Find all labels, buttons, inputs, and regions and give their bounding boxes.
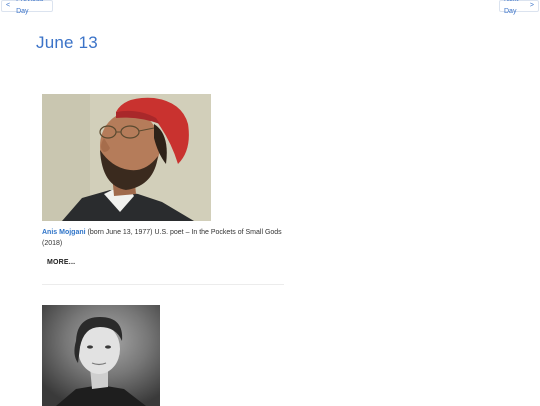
- portrait-image: [42, 94, 211, 221]
- previous-day-label: Previous Day: [16, 0, 43, 15]
- next-day-button[interactable]: Next Day >: [499, 0, 539, 15]
- next-day-label: Next Day: [504, 0, 518, 15]
- entry-card: [42, 305, 284, 406]
- entry-card: Anis Mojgani (born June 13, 1977) U.S. p…: [42, 94, 284, 269]
- entry-description: Anis Mojgani (born June 13, 1977) U.S. p…: [42, 228, 284, 249]
- divider: [42, 284, 284, 285]
- portrait-image: [42, 305, 160, 406]
- more-button[interactable]: MORE...: [47, 259, 75, 266]
- person-link[interactable]: Anis Mojgani: [42, 229, 86, 236]
- person-photo[interactable]: [42, 94, 211, 221]
- person-photo[interactable]: [42, 305, 160, 406]
- chevron-right-icon: >: [529, 2, 534, 9]
- previous-day-button[interactable]: < Previous Day: [1, 0, 53, 15]
- chevron-left-icon: <: [6, 2, 11, 9]
- page-title: June 13: [36, 33, 98, 52]
